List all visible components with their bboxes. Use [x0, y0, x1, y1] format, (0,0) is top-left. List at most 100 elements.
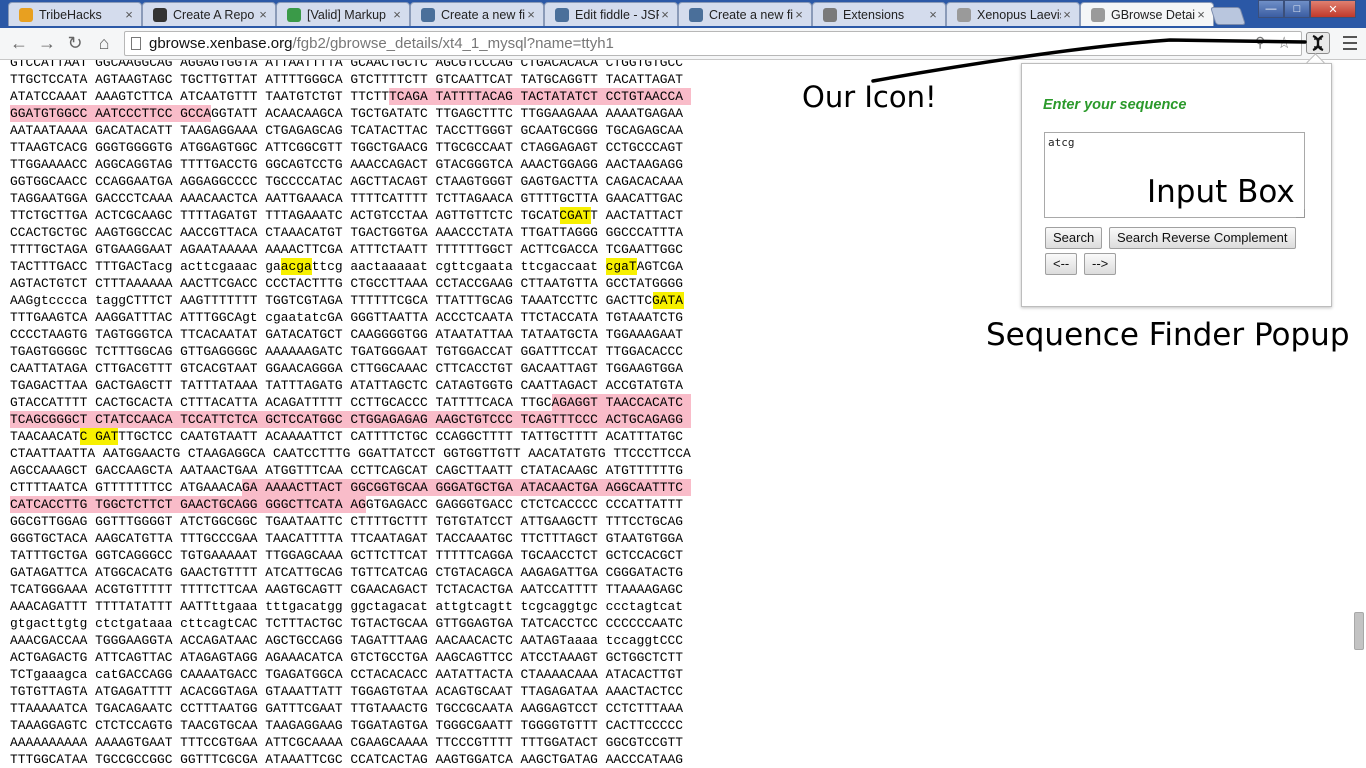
sequence-text: TGTGTTAGTA ATGAGATTTT ACACGGTAGA GTAAATT…: [10, 684, 684, 699]
sequence-text: AAGgtcccca taggCTTTCT AAGTTTTTTT TGGTCGT…: [10, 293, 684, 308]
sequence-text: AGCCAAAGCT GACCAAGCTA AATAACTGAA ATGGTTT…: [10, 463, 684, 478]
tab-close-icon[interactable]: ×: [525, 7, 537, 22]
sequence-text: CCCCTAAGTG TAGTGGGTCA TTCACAATAT GATACAT…: [10, 327, 684, 342]
sequence-text: AATAATAAAA GACATACATT TAAGAGGAAA CTGAGAG…: [10, 123, 684, 138]
textarea-resize-handle[interactable]: [1296, 209, 1305, 218]
sequence-text: TTAAGTCACG GGGTGGGGTG ATGGAGTGGC ATTCGGC…: [10, 140, 684, 155]
close-window-icon[interactable]: ✕: [1310, 0, 1356, 18]
maximize-icon[interactable]: □: [1284, 0, 1310, 18]
tab-2[interactable]: Create A Repo ×: [142, 2, 276, 26]
sequence-text: AGTACTGTCT CTTTAAAAAA AACTTCGACC CCCTACT…: [10, 276, 684, 291]
sequence-line: GTACCATTTT CACTGCACTA CTTTACATTA ACAGATT…: [10, 394, 800, 411]
tab-5[interactable]: Edit fiddle - JSFiddle×: [544, 2, 678, 26]
url-text: gbrowse.xenbase.org/fgb2/gbrowse_details…: [149, 35, 614, 52]
sequence-line: AAGgtcccca taggCTTTCT AAGTTTTTTT TGGTCGT…: [10, 292, 800, 309]
sequence-text: TTGGAAAACC AGGCAGGTAG TTTTGACCTG GGCAGTC…: [10, 157, 684, 172]
reload-icon[interactable]: ↻: [64, 32, 86, 54]
minimize-icon[interactable]: —: [1258, 0, 1284, 18]
window-controls: — □ ✕: [1258, 0, 1356, 18]
sequence-line: TTGGAAAACC AGGCAGGTAG TTTTGACCTG GGCAGTC…: [10, 156, 800, 173]
tab-close-icon[interactable]: ×: [391, 7, 403, 22]
sequence-text: GTACCATTTT CACTGCACTA CTTTACATTA ACAGATT…: [10, 395, 684, 410]
tab-7[interactable]: Extensions ×: [812, 2, 946, 26]
browser-toolbar: ← → ↻ ⌂ gbrowse.xenbase.org/fgb2/gbrowse…: [0, 28, 1366, 60]
tab-title: Create a new fiddle: [441, 7, 525, 22]
sequence-line: TTAAAAATCA TGACAGAATC CCTTTAATGG GATTTCG…: [10, 700, 800, 717]
address-bar[interactable]: gbrowse.xenbase.org/fgb2/gbrowse_details…: [124, 31, 1302, 56]
popup-heading: Enter your sequence: [1043, 97, 1187, 113]
sequence-line: GGATGTGGCC AATCCCTTCC GCCAGGTATT ACAACAA…: [10, 105, 800, 122]
github-icon: [153, 7, 167, 22]
dna-icon: [1312, 35, 1324, 51]
sequence-text: TTCTGCTTGA ACTCGCAAGC TTTTAGATGT TTTAGAA…: [10, 208, 684, 223]
tab-close-icon[interactable]: ×: [1061, 7, 1073, 22]
sequence-line: AAACGACCAA TGGGAAGGTA ACCAGATAAC AGCTGCC…: [10, 632, 800, 649]
annotation-popup-label: Sequence Finder Popup: [986, 317, 1350, 353]
jsfiddle-icon: [689, 7, 703, 22]
sequence-line: TCAGCGGGCT CTATCCAACA TCCATTCTCA GCTCCAT…: [10, 411, 800, 428]
sequence-line: CCCCTAAGTG TAGTGGGTCA TTCACAATAT GATACAT…: [10, 326, 800, 343]
sequence-text: TTTGGCATAA TGCCGCCGGC GGTTTCGCGA ATAAATT…: [10, 752, 684, 767]
search-button[interactable]: Search: [1045, 227, 1103, 249]
tab-1[interactable]: TribeHacks ×: [8, 2, 142, 26]
tab-close-icon[interactable]: ×: [793, 7, 805, 22]
tab-title: Xenopus Laevis: [977, 7, 1061, 22]
sequence-line: TGAGACTTAA GACTGAGCTT TATTTATAAA TATTTAG…: [10, 377, 800, 394]
sequence-line: GGCGTTGGAG GGTTTGGGGT ATCTGGCGGC TGAATAA…: [10, 513, 800, 530]
sequence-text: TTTTGCTAGA GTGAAGGAAT AGAATAAAAA AAAACTT…: [10, 242, 684, 257]
sequence-text: TAAAGGAGTC CTCTCCAGTG TAACGTGCAA TAAGAGG…: [10, 718, 684, 733]
sequence-text: TGAGACTTAA GACTGAGCTT TATTTATAAA TATTTAG…: [10, 378, 684, 393]
sequence-text: TACTTTGACC TTTGACTacg acttcgaaac gaacgat…: [10, 259, 684, 274]
sequence-line: AGTACTGTCT CTTTAAAAAA AACTTCGACC CCCTACT…: [10, 275, 800, 292]
tab-4[interactable]: Create a new fiddle×: [410, 2, 544, 26]
forward-icon[interactable]: →: [36, 32, 58, 54]
sequence-text: TTTGAAGTCA AAGGATTTAC ATTTGGCAgt cgaatat…: [10, 310, 684, 325]
sequence-text: CTTTTAATCA GTTTTTTTCC ATGAAACAGA AAAACTT…: [10, 480, 684, 495]
sequence-line: TCATGGGAAA ACGTGTTTTT TTTTCTTCAA AAGTGCA…: [10, 581, 800, 598]
tab-8[interactable]: Xenopus Laevis ×: [946, 2, 1080, 26]
sequence-text: GGTGGCAACC CCAGGAATGA AGGAGGCCCC TGCCCCA…: [10, 174, 684, 189]
sequence-text: ATATCCAAAT AAAGTCTTCA ATCAATGTTT TAATGTC…: [10, 89, 684, 104]
sequence-line: gtgacttgtg ctctgataaa cttcagtCAC TCTTTAC…: [10, 615, 800, 632]
sequence-text: GGCGTTGGAG GGTTTGGGGT ATCTGGCGGC TGAATAA…: [10, 514, 684, 529]
sequence-line: ATATCCAAAT AAAGTCTTCA ATCAATGTTT TAATGTC…: [10, 88, 800, 105]
sequence-text: AAACGACCAA TGGGAAGGTA ACCAGATAAC AGCTGCC…: [10, 633, 684, 648]
sequence-line: TTTGGCATAA TGCCGCCGGC GGTTTCGCGA ATAAATT…: [10, 751, 800, 768]
sequence-line: CTAATTAATTA AATGGAACTG CTAAGAGGCA CAATCC…: [10, 445, 800, 462]
tab-close-icon[interactable]: ×: [257, 7, 269, 22]
sequence-line: TAGGAATGGA GACCCTCAAA AAACAACTCA AATTGAA…: [10, 190, 800, 207]
sequence-text: CCACTGCTGC AAGTGGCCAC AACCGTTACA CTAAACA…: [10, 225, 684, 240]
chrome-menu-icon[interactable]: [1341, 32, 1359, 54]
tab-6[interactable]: Create a new fiddle×: [678, 2, 812, 26]
sequence-line: AATAATAAAA GACATACATT TAAGAGGAAA CTGAGAG…: [10, 122, 800, 139]
sequence-text: GGATGTGGCC AATCCCTTCC GCCAGGTATT ACAACAA…: [10, 106, 684, 121]
sequence-text: ACTGAGACTG ATTCAGTTAC ATAGAGTAGG AGAAACA…: [10, 650, 684, 665]
bookmark-star-icon[interactable]: ☆: [1277, 33, 1291, 53]
sequence-line: GGGTGCTACA AAGCATGTTA TTTGCCCGAA TAACATT…: [10, 530, 800, 547]
new-tab-button[interactable]: [1210, 7, 1246, 25]
tab-title: TribeHacks: [39, 7, 102, 22]
tab-title: Create a new fiddle: [709, 7, 793, 22]
annotation-input-label: Input Box: [1147, 174, 1295, 210]
search-icon[interactable]: ⚲: [1255, 34, 1265, 51]
sequence-line: TTTGAAGTCA AAGGATTTAC ATTTGGCAgt cgaatat…: [10, 309, 800, 326]
tab-close-icon[interactable]: ×: [659, 7, 671, 22]
next-match-button[interactable]: -->: [1084, 253, 1117, 275]
sequence-text: TGAGTGGGGC TCTTTGGCAG GTTGAGGGGC AAAAAAG…: [10, 344, 684, 359]
tab-close-icon[interactable]: ×: [1195, 7, 1207, 22]
tab-9[interactable]: GBrowse Details ×: [1080, 2, 1214, 26]
sequence-line: ACTGAGACTG ATTCAGTTAC ATAGAGTAGG AGAAACA…: [10, 649, 800, 666]
home-icon[interactable]: ⌂: [93, 32, 115, 54]
back-icon[interactable]: ←: [8, 32, 30, 54]
tab-title: Create A Repo: [173, 7, 255, 22]
sequence-finder-extension-button[interactable]: [1306, 32, 1330, 54]
sequence-line: CAATTATAGA CTTGACGTTT GTCACGTAAT GGAACAG…: [10, 360, 800, 377]
sequence-text: AAAAAAAAAA AAAAGTGAAT TTTCCGTGAA ATTCGCA…: [10, 735, 684, 750]
sequence-line: TAACAACATC GATTTGCTCC CAATGTAATT ACAAAAT…: [10, 428, 800, 445]
search-reverse-complement-button[interactable]: Search Reverse Complement: [1109, 227, 1296, 249]
previous-match-button[interactable]: <--: [1045, 253, 1078, 275]
tab-close-icon[interactable]: ×: [927, 7, 939, 22]
tab-3[interactable]: [Valid] Markup ×: [276, 2, 410, 26]
scrollbar-thumb[interactable]: [1354, 612, 1364, 650]
tab-close-icon[interactable]: ×: [123, 7, 135, 22]
